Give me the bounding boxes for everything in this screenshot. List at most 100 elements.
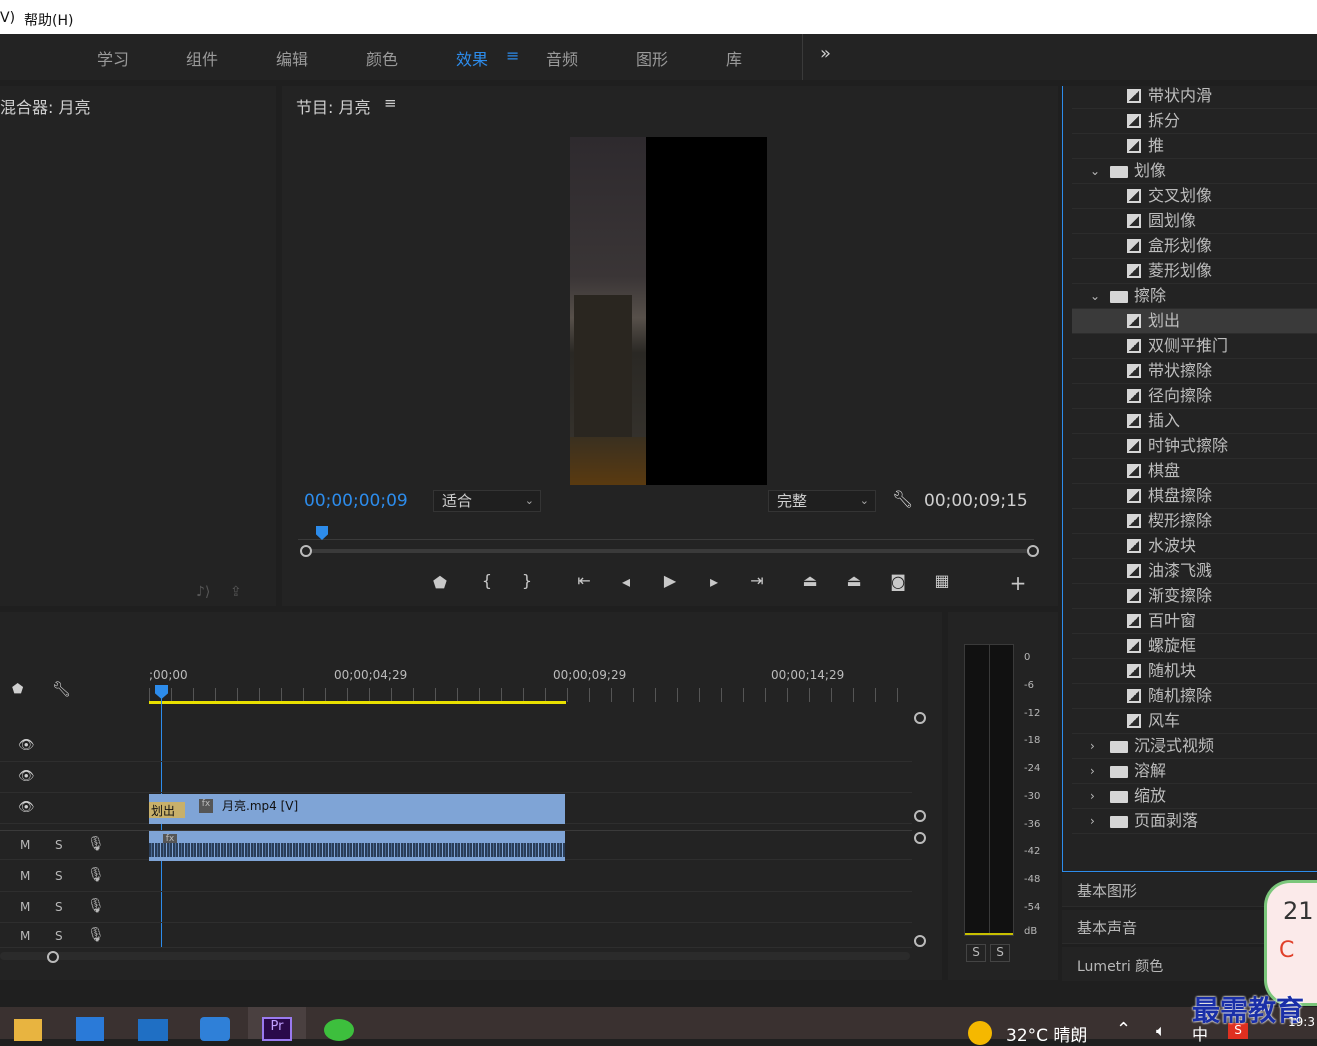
wechat-icon[interactable] — [324, 1019, 354, 1041]
workspace-tab-graphics[interactable]: 图形 — [636, 46, 668, 70]
solo-button[interactable]: S — [55, 900, 63, 914]
zoom-handle-left[interactable] — [300, 545, 312, 557]
effect-item[interactable]: 圆划像 — [1072, 209, 1317, 234]
effect-item[interactable]: 带状内滑 — [1072, 84, 1317, 109]
side-panel-title[interactable]: 基本声音 — [1077, 917, 1137, 938]
workspace-tab-audio[interactable]: 音频 — [546, 46, 578, 70]
effect-folder[interactable]: › 沉浸式视频 — [1072, 734, 1317, 759]
mini-time-ruler[interactable] — [298, 526, 1034, 540]
effect-item[interactable]: 随机块 — [1072, 659, 1317, 684]
lift-icon[interactable]: ⏏ — [798, 571, 822, 590]
chevron-right-icon[interactable]: › — [1090, 784, 1095, 808]
chevron-right-icon[interactable]: › — [1090, 809, 1095, 833]
audio-clip[interactable]: fx — [149, 831, 565, 861]
extract-icon[interactable]: ⏏ — [842, 571, 866, 590]
solo-left-button[interactable]: S — [966, 944, 986, 962]
taskbar-premiere-active[interactable]: Pr — [248, 1007, 306, 1041]
export-frame-icon[interactable]: ♪⟩ — [196, 584, 210, 600]
fit-select[interactable]: 适合 ⌄ — [433, 490, 541, 512]
effect-item[interactable]: 百叶窗 — [1072, 609, 1317, 634]
effect-item[interactable]: 带状擦除 — [1072, 359, 1317, 384]
time-ruler-ticks[interactable] — [149, 688, 909, 702]
effect-item[interactable]: 交叉划像 — [1072, 184, 1317, 209]
current-timecode[interactable]: 00;00;00;09 — [304, 491, 408, 511]
panel-menu-icon[interactable]: ≡ — [384, 94, 397, 112]
workspace-tab-libraries[interactable]: 库 — [726, 46, 742, 70]
horizontal-scroll-handle[interactable] — [47, 951, 59, 963]
clock-text[interactable]: 19:3 — [1288, 1015, 1315, 1029]
audio-track-a2[interactable]: M S 🎙︎ — [0, 862, 912, 892]
effect-item[interactable]: 插入 — [1072, 409, 1317, 434]
effect-item[interactable]: 径向擦除 — [1072, 384, 1317, 409]
effect-item[interactable]: 棋盘 — [1072, 459, 1317, 484]
audio-track-a3[interactable]: M S 🎙︎ — [0, 893, 912, 923]
workspace-tab-editing[interactable]: 编辑 — [276, 46, 308, 70]
speaker-icon[interactable]: 🔈︎ — [1156, 1021, 1166, 1041]
mute-button[interactable]: M — [20, 869, 30, 883]
effect-item[interactable]: 菱形划像 — [1072, 259, 1317, 284]
microphone-icon[interactable]: 🎙︎ — [87, 898, 105, 914]
chevron-right-icon[interactable]: › — [1090, 734, 1095, 758]
vertical-scroll-handle-top[interactable] — [914, 712, 926, 724]
effect-folder[interactable]: › 页面剥落 — [1072, 809, 1317, 834]
audio-scroll-handle-top[interactable] — [914, 832, 926, 844]
effect-item[interactable]: 棋盘擦除 — [1072, 484, 1317, 509]
go-to-in-icon[interactable]: ⇤ — [572, 571, 596, 590]
mute-button[interactable]: M — [20, 929, 30, 943]
audio-track-a1[interactable]: M S 🎙︎ fx — [0, 830, 912, 861]
zoom-handle-right[interactable] — [1027, 545, 1039, 557]
workspace-tab-color[interactable]: 颜色 — [366, 46, 398, 70]
chevron-right-icon[interactable]: › — [1090, 759, 1095, 783]
settings-wrench-icon[interactable]: 🔧︎ — [892, 490, 914, 510]
workspace-tab-assembly[interactable]: 组件 — [186, 46, 218, 70]
menu-item-view[interactable]: V) — [0, 10, 15, 26]
effect-folder[interactable]: ⌄ 划像 — [1072, 159, 1317, 184]
weather-text[interactable]: 32°C 晴朗 — [1006, 1021, 1087, 1046]
effect-item[interactable]: 渐变擦除 — [1072, 584, 1317, 609]
export-frame-camera-icon[interactable]: ◙ — [886, 572, 910, 591]
video-track-v1[interactable]: 👁︎ 划出 fx 月亮.mp4 [V] — [0, 794, 912, 824]
video-track-v2[interactable]: 👁︎ — [0, 763, 912, 793]
chevron-down-icon[interactable]: ⌄ — [1090, 284, 1100, 308]
effect-item[interactable]: 螺旋框 — [1072, 634, 1317, 659]
quality-select[interactable]: 完整 ⌄ — [768, 490, 876, 512]
file-explorer-icon[interactable] — [14, 1019, 42, 1041]
horizontal-scrollbar[interactable] — [0, 952, 910, 960]
effect-item[interactable]: 拆分 — [1072, 109, 1317, 134]
side-panel-title[interactable]: 基本图形 — [1077, 880, 1137, 901]
solo-button[interactable]: S — [55, 869, 63, 883]
effect-item[interactable]: 楔形擦除 — [1072, 509, 1317, 534]
eye-icon[interactable]: 👁︎ — [18, 800, 35, 815]
go-to-out-icon[interactable]: ⇥ — [745, 571, 769, 590]
mark-in-icon[interactable]: { — [475, 571, 499, 590]
eye-icon[interactable]: 👁︎ — [18, 769, 35, 784]
program-monitor-title[interactable]: 节目: 月亮 — [296, 94, 370, 118]
microphone-icon[interactable]: 🎙︎ — [87, 927, 105, 943]
vertical-scroll-handle-bottom[interactable] — [914, 810, 926, 822]
floating-assistant-widget[interactable]: 21 C — [1264, 880, 1317, 1006]
effect-folder[interactable]: › 溶解 — [1072, 759, 1317, 784]
button-editor-plus-icon[interactable]: + — [1006, 571, 1030, 595]
video-clip[interactable]: 划出 fx 月亮.mp4 [V] — [149, 794, 565, 824]
eye-icon[interactable]: 👁︎ — [18, 738, 35, 753]
audio-track-a4[interactable]: M S 🎙︎ — [0, 924, 912, 948]
effect-folder[interactable]: ⌄ 擦除 — [1072, 284, 1317, 309]
side-panel-title[interactable]: Lumetri 颜色 — [1077, 956, 1163, 976]
add-marker-icon[interactable]: ⬟ — [12, 682, 23, 697]
solo-button[interactable]: S — [55, 929, 63, 943]
chevron-down-icon[interactable]: ⌄ — [1090, 159, 1100, 183]
menu-item-help[interactable]: 帮助(H) — [24, 10, 73, 30]
mail-icon[interactable] — [138, 1019, 168, 1041]
solo-button[interactable]: S — [55, 838, 63, 852]
solo-right-button[interactable]: S — [990, 944, 1010, 962]
zoom-scrollbar[interactable] — [306, 549, 1034, 553]
timeline-settings-wrench-icon[interactable]: 🔧︎ — [52, 680, 71, 698]
mute-button[interactable]: M — [20, 900, 30, 914]
effect-item[interactable]: 风车 — [1072, 709, 1317, 734]
transition-label[interactable]: 划出 — [149, 802, 185, 818]
add-marker-icon[interactable]: ⬟ — [428, 573, 452, 592]
mute-button[interactable]: M — [20, 838, 30, 852]
mark-out-icon[interactable]: } — [515, 571, 539, 590]
step-forward-icon[interactable]: ▸ — [702, 572, 726, 591]
video-frame[interactable] — [570, 137, 767, 485]
